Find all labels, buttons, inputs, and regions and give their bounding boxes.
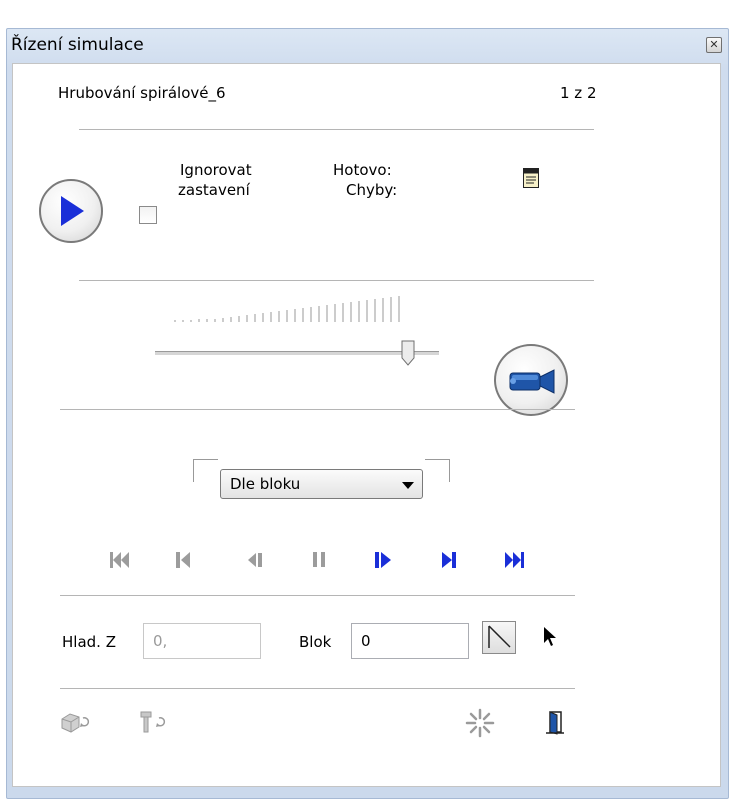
divider	[60, 409, 575, 410]
step-back-small-icon	[248, 553, 262, 567]
skip-to-end-icon	[505, 552, 524, 568]
divider	[79, 280, 594, 281]
skip-to-start-button[interactable]	[109, 549, 131, 571]
tool-refresh-button[interactable]	[139, 710, 167, 736]
simulation-panel: Hrubování spirálové_6 1 z 2 Ignorovat za…	[12, 63, 721, 787]
step-back-small-button[interactable]	[245, 549, 267, 571]
done-label: Hotovo:	[333, 161, 392, 179]
step-forward-small-button[interactable]	[372, 549, 394, 571]
tool-refresh-icon	[140, 711, 166, 733]
title-bar[interactable]: Řízení simulace ✕	[7, 29, 728, 61]
close-button[interactable]: ✕	[706, 37, 722, 53]
play-button[interactable]	[39, 179, 103, 243]
z-level-label: Hlad. Z	[62, 633, 116, 651]
play-icon	[61, 196, 84, 226]
step-forward-button[interactable]	[438, 549, 460, 571]
pointer-button[interactable]	[542, 626, 558, 648]
report-button[interactable]	[523, 168, 539, 188]
pause-icon	[313, 552, 325, 567]
camera-button[interactable]	[494, 344, 568, 416]
step-mode-select[interactable]: Dle bloku	[220, 469, 423, 499]
tool-path-button[interactable]	[482, 621, 516, 654]
settings-sparkle-button[interactable]	[465, 708, 495, 738]
window-title: Řízení simulace	[11, 35, 144, 55]
report-icon	[523, 168, 539, 188]
divider	[60, 595, 575, 596]
speed-slider-thumb[interactable]	[401, 340, 415, 366]
stock-refresh-button[interactable]	[60, 711, 90, 735]
errors-label: Chyby:	[346, 181, 398, 199]
operation-counter: 1 z 2	[560, 84, 597, 102]
operation-name: Hrubování spirálové_6	[58, 84, 226, 102]
stock-refresh-icon	[61, 713, 90, 733]
block-label: Blok	[299, 633, 332, 651]
close-icon: ✕	[709, 38, 719, 51]
tool-path-icon	[488, 625, 511, 648]
skip-to-start-icon	[110, 552, 129, 568]
pointer-icon	[544, 627, 556, 646]
divider	[79, 129, 594, 130]
ignore-stop-label-line2: zastavení	[178, 181, 250, 199]
ignore-stop-checkbox[interactable]	[139, 206, 157, 224]
step-forward-icon	[442, 552, 456, 568]
bracket-left	[193, 459, 218, 482]
block-field[interactable]: 0	[351, 623, 469, 659]
divider	[60, 688, 575, 689]
exit-door-icon	[546, 711, 564, 735]
step-forward-small-icon	[375, 552, 391, 568]
exit-button[interactable]	[545, 710, 565, 736]
step-back-button[interactable]	[173, 549, 195, 571]
sparkle-icon	[465, 708, 495, 738]
step-mode-value: Dle bloku	[230, 475, 301, 493]
speed-slider-track[interactable]	[155, 351, 439, 355]
simulation-control-window: Řízení simulace ✕ Hrubování spirálové_6 …	[6, 28, 729, 799]
ignore-stop-label-line1: Ignorovat	[180, 161, 252, 179]
bracket-right	[425, 459, 450, 482]
chevron-down-icon	[402, 482, 414, 489]
step-back-icon	[176, 552, 190, 568]
skip-to-end-button[interactable]	[503, 549, 525, 571]
video-camera-icon	[509, 369, 555, 394]
pause-button[interactable]	[309, 549, 331, 571]
z-level-field[interactable]: 0,	[143, 623, 261, 659]
speed-scale	[174, 296, 400, 322]
